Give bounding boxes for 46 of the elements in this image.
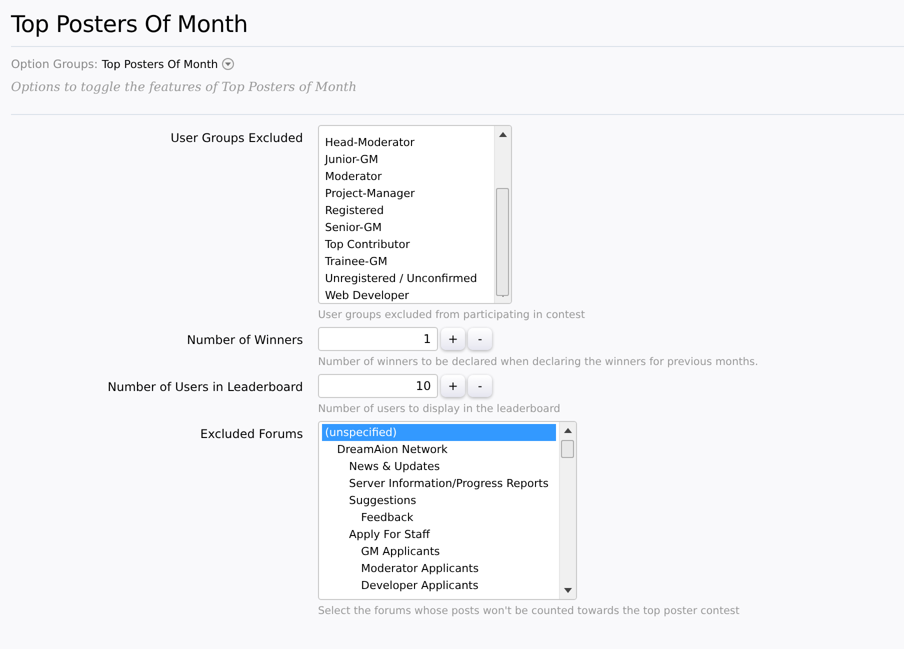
forums-listbox[interactable]: (unspecified) DreamAion Network News & Updates Server Information/Progress Reports Suggestions Feedback Apply For Staff GM Applicants Moderator Applicants Developer Applicants <box>318 421 577 600</box>
dropdown-icon[interactable] <box>222 58 234 70</box>
scrollbar-thumb[interactable] <box>561 440 574 458</box>
listbox-option[interactable]: Trainee-GM <box>322 253 491 270</box>
scrollbar[interactable] <box>494 126 511 303</box>
decrement-button[interactable]: - <box>468 328 492 350</box>
scroll-up-icon[interactable] <box>499 132 507 137</box>
scrollbar-thumb[interactable] <box>496 188 509 296</box>
option-groups-link[interactable]: Top Posters Of Month <box>102 58 218 70</box>
option-groups-label: Option Groups: <box>11 57 98 71</box>
listbox-option[interactable]: Head-Moderator <box>322 134 491 151</box>
scrollbar[interactable] <box>559 422 576 599</box>
listbox-option[interactable]: Moderator <box>322 168 491 185</box>
forum-option[interactable]: Developer Applicants <box>322 577 556 594</box>
forum-option[interactable]: GM Applicants <box>322 543 556 560</box>
decrement-button[interactable]: - <box>468 375 492 397</box>
forum-option[interactable]: Server Information/Progress Reports <box>322 475 556 492</box>
forum-option[interactable]: Feedback <box>322 509 556 526</box>
forum-option[interactable]: DreamAion Network <box>322 441 556 458</box>
listbox-option[interactable]: Unregistered / Unconfirmed <box>322 270 491 287</box>
option-hint: User groups excluded from participating in contest <box>318 309 586 321</box>
option-hint: Number of users to display in the leaderboard <box>318 403 562 415</box>
listbox-option[interactable]: Top Contributor <box>322 236 491 253</box>
option-hint: Number of winners to be declared when declaring the winners for previous months. <box>318 356 760 368</box>
forum-option[interactable]: Apply For Staff <box>322 526 556 543</box>
user-groups-listbox[interactable]: Head-Moderator Junior-GM Moderator Project-Manager Registered Senior-GM Top Contributor Trainee-GM Unregistered / Unconfirmed Web Developer <box>318 125 512 304</box>
increment-button[interactable]: + <box>441 328 465 350</box>
number-input[interactable]: 1 <box>318 327 438 351</box>
forum-option[interactable]: Suggestions <box>322 492 556 509</box>
option-label: Excluded Forums <box>199 426 303 443</box>
options-description: Options to toggle the features of Top Posters of Month <box>10 78 358 96</box>
number-input[interactable]: 10 <box>318 374 438 398</box>
listbox-option[interactable]: Senior-GM <box>322 219 491 236</box>
scroll-up-icon[interactable] <box>564 428 572 433</box>
increment-button[interactable]: + <box>441 375 465 397</box>
page-title: Top Posters Of Month <box>10 11 249 40</box>
forum-option[interactable]: Moderator Applicants <box>322 560 556 577</box>
listbox-option[interactable]: Web Developer <box>322 287 491 303</box>
option-label: Number of Winners <box>186 332 303 349</box>
listbox-option[interactable]: Project-Manager <box>322 185 491 202</box>
option-label: User Groups Excluded <box>170 130 303 147</box>
option-hint: Select the forums whose posts won't be counted towards the top poster contest <box>318 605 740 617</box>
option-label: Number of Users in Leaderboard <box>106 379 303 396</box>
forum-option[interactable]: News & Updates <box>322 458 556 475</box>
listbox-option[interactable]: Junior-GM <box>322 151 491 168</box>
listbox-option[interactable]: Registered <box>322 202 491 219</box>
